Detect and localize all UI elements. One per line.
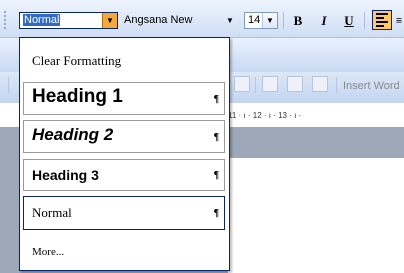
font-combo-value: Angsana New — [124, 14, 193, 26]
font-size-combo[interactable]: 14 ▼ — [244, 12, 278, 29]
font-size-value: 14 — [248, 14, 261, 26]
edit-icon[interactable] — [234, 76, 250, 92]
style-dropdown-list: Clear Formatting Heading 1 ¶ Heading 2 ¶… — [19, 37, 230, 271]
more-styles-item[interactable]: More... — [23, 246, 225, 258]
toolbar-separator — [336, 77, 337, 93]
document-icon[interactable] — [287, 76, 303, 92]
style-item-normal[interactable]: Normal ¶ — [23, 196, 225, 230]
toolbar-separator — [364, 12, 365, 29]
insert-word-field-button[interactable]: Insert Word — [343, 80, 400, 92]
style-item-label: Heading 2 — [32, 125, 114, 144]
style-item-heading-1[interactable]: Heading 1 ¶ — [23, 82, 225, 115]
style-combo[interactable]: Normal ▼ — [19, 12, 118, 29]
ruler-ticks: 11 · ı · 12 · ı · 13 · ı · — [228, 111, 302, 120]
style-combo-value: Normal — [23, 14, 61, 26]
bold-button[interactable]: B — [289, 12, 307, 30]
chevron-down-icon[interactable]: ▼ — [262, 13, 277, 28]
document-page[interactable] — [228, 158, 404, 273]
style-item-heading-2[interactable]: Heading 2 ¶ — [23, 120, 225, 153]
underline-button[interactable]: U — [340, 12, 358, 30]
toolbar-separator — [283, 12, 284, 29]
toolbar-separator — [255, 77, 256, 93]
document-icon[interactable] — [262, 76, 278, 92]
paragraph-mark-icon: ¶ — [213, 170, 219, 181]
toolbar-separator — [8, 77, 9, 93]
toolbar-grip-handle[interactable] — [3, 10, 7, 30]
clear-formatting-item[interactable]: Clear Formatting — [23, 53, 225, 69]
italic-button[interactable]: I — [315, 12, 333, 30]
style-item-heading-3[interactable]: Heading 3 ¶ — [23, 159, 225, 191]
paragraph-mark-icon: ¶ — [213, 94, 219, 105]
table-icon[interactable] — [312, 76, 328, 92]
style-item-label: Normal — [32, 205, 72, 220]
chevron-down-icon[interactable]: ▼ — [102, 13, 117, 28]
align-left-icon[interactable] — [372, 10, 392, 30]
formatting-toolbar: Normal ▼ Angsana New ▼ 14 ▼ B I U ≡ — [0, 0, 404, 38]
align-center-icon[interactable]: ≡ — [394, 12, 404, 30]
chevron-down-icon[interactable]: ▼ — [223, 13, 237, 28]
paragraph-mark-icon: ¶ — [213, 208, 219, 219]
paragraph-mark-icon: ¶ — [213, 132, 219, 143]
style-item-label: Heading 3 — [32, 167, 99, 183]
style-item-label: Heading 1 — [32, 86, 123, 107]
font-combo[interactable]: Angsana New ▼ — [120, 12, 238, 29]
